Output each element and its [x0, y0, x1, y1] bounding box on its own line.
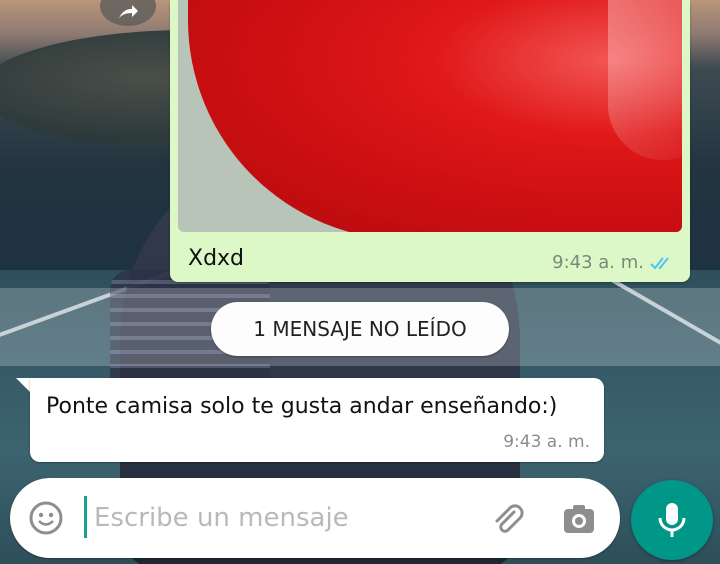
- heart-highlight: [608, 0, 682, 160]
- incoming-message[interactable]: Ponte camisa solo te gusta andar enseñan…: [30, 378, 604, 462]
- camera-icon[interactable]: [560, 500, 598, 538]
- message-time: 9:43 a. m.: [552, 252, 644, 273]
- message-image[interactable]: [178, 0, 682, 232]
- outgoing-image-message[interactable]: Xdxd 9:43 a. m.: [170, 0, 690, 282]
- text-cursor: [84, 496, 87, 538]
- double-check-icon: [650, 255, 676, 271]
- microphone-icon: [658, 503, 686, 537]
- emoji-icon[interactable]: [28, 500, 64, 536]
- message-input[interactable]: [92, 492, 476, 544]
- unread-messages-label: 1 MENSAJE NO LEÍDO: [211, 302, 509, 356]
- message-composer: [10, 478, 620, 558]
- incoming-message-time: 9:43 a. m.: [503, 432, 590, 452]
- message-meta: 9:43 a. m.: [552, 252, 676, 273]
- attach-clip-icon[interactable]: [488, 498, 528, 538]
- forward-arrow-icon: [119, 5, 138, 18]
- image-caption: Xdxd: [188, 246, 245, 271]
- incoming-message-text: Ponte camisa solo te gusta andar enseñan…: [46, 394, 558, 419]
- voice-message-button[interactable]: [631, 480, 713, 560]
